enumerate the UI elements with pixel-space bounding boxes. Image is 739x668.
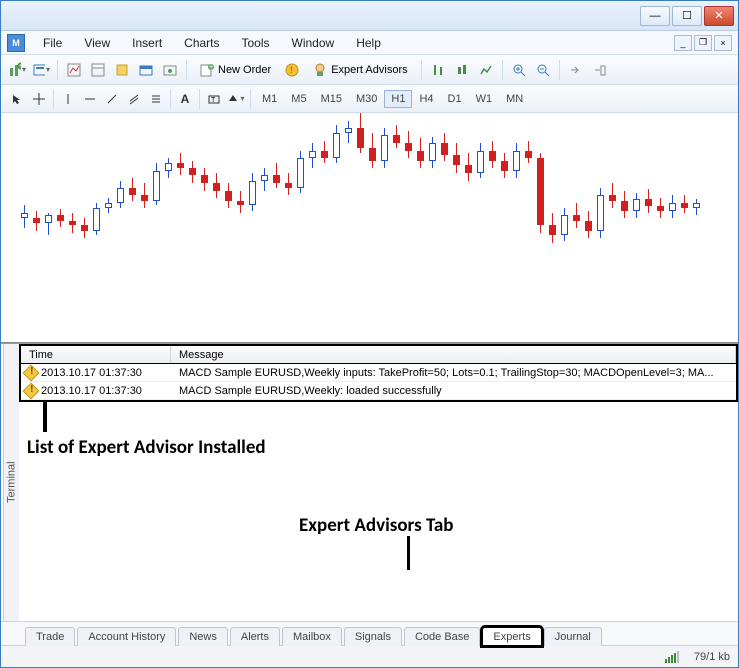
new-order-icon: + bbox=[200, 63, 214, 77]
market-watch-icon[interactable] bbox=[64, 60, 84, 80]
chart-shift-icon[interactable] bbox=[590, 60, 610, 80]
timeframe-d1[interactable]: D1 bbox=[441, 90, 469, 108]
menu-charts[interactable]: Charts bbox=[174, 34, 229, 52]
close-button[interactable]: ✕ bbox=[704, 6, 734, 26]
metaquotes-icon[interactable]: ! bbox=[282, 60, 302, 80]
expert-advisors-button[interactable]: Expert Advisors bbox=[306, 60, 414, 80]
timeframe-buttons: M1M5M15M30H1H4D1W1MN bbox=[255, 90, 530, 108]
terminal-tabs: TradeAccount HistoryNewsAlertsMailboxSig… bbox=[1, 621, 738, 645]
toolbar-drawing: A T ▾ M1M5M15M30H1H4D1W1MN bbox=[1, 85, 738, 113]
tab-account-history[interactable]: Account History bbox=[77, 627, 176, 646]
tab-code-base[interactable]: Code Base bbox=[404, 627, 480, 646]
text-label-icon[interactable]: T bbox=[204, 89, 224, 109]
log-time: 2013.10.17 01:37:30 bbox=[41, 385, 142, 397]
timeframe-m30[interactable]: M30 bbox=[349, 90, 384, 108]
timeframe-m1[interactable]: M1 bbox=[255, 90, 284, 108]
app-logo-icon: M bbox=[7, 34, 25, 52]
annotation-tab-connector bbox=[407, 536, 410, 570]
cursor-icon[interactable] bbox=[7, 89, 27, 109]
menu-tools[interactable]: Tools bbox=[232, 34, 280, 52]
menu-insert[interactable]: Insert bbox=[122, 34, 172, 52]
candle-chart-icon[interactable] bbox=[452, 60, 472, 80]
menu-view[interactable]: View bbox=[74, 34, 120, 52]
app-window: — ☐ ✕ M File View Insert Charts Tools Wi… bbox=[0, 0, 739, 668]
warning-icon bbox=[23, 364, 40, 381]
menubar: M File View Insert Charts Tools Window H… bbox=[1, 31, 738, 55]
minimize-button[interactable]: — bbox=[640, 6, 670, 26]
maximize-button[interactable]: ☐ bbox=[672, 6, 702, 26]
tab-alerts[interactable]: Alerts bbox=[230, 627, 280, 646]
grid-header: Time Message bbox=[19, 344, 738, 364]
profiles-icon[interactable]: ▾ bbox=[31, 60, 51, 80]
chart-area[interactable] bbox=[1, 113, 738, 343]
new-order-button[interactable]: + New Order bbox=[193, 60, 278, 80]
terminal-panel: Terminal Time Message 2013.10.17 01:37:3… bbox=[1, 343, 738, 645]
connection-bars-icon bbox=[665, 651, 682, 663]
mdi-minimize-icon[interactable]: _ bbox=[674, 35, 692, 51]
line-chart-icon[interactable] bbox=[476, 60, 496, 80]
annotation-list-label: List of Expert Advisor Installed bbox=[27, 436, 266, 459]
timeframe-h4[interactable]: H4 bbox=[412, 90, 440, 108]
fibonacci-icon[interactable] bbox=[146, 89, 166, 109]
strategy-tester-icon[interactable] bbox=[160, 60, 180, 80]
text-icon[interactable]: A bbox=[175, 89, 195, 109]
data-window-icon[interactable] bbox=[88, 60, 108, 80]
tab-news[interactable]: News bbox=[178, 627, 228, 646]
expert-advisors-icon bbox=[313, 63, 327, 77]
log-row[interactable]: 2013.10.17 01:37:30 MACD Sample EURUSD,We… bbox=[21, 382, 736, 400]
mdi-restore-icon[interactable]: ❐ bbox=[694, 35, 712, 51]
column-message[interactable]: Message bbox=[171, 346, 736, 363]
navigator-icon[interactable] bbox=[112, 60, 132, 80]
warning-icon bbox=[23, 382, 40, 399]
tab-signals[interactable]: Signals bbox=[344, 627, 402, 646]
svg-text:+: + bbox=[209, 64, 213, 71]
crosshair-icon[interactable] bbox=[29, 89, 49, 109]
auto-scroll-icon[interactable] bbox=[566, 60, 586, 80]
zoom-out-icon[interactable] bbox=[533, 60, 553, 80]
toolbar-main: +▾ ▾ + New Order ! Expert Advisors bbox=[1, 55, 738, 85]
log-row[interactable]: 2013.10.17 01:37:30 MACD Sample EURUSD,We… bbox=[21, 364, 736, 382]
annotation-connector bbox=[43, 402, 47, 432]
column-time[interactable]: Time bbox=[21, 346, 171, 363]
tab-trade[interactable]: Trade bbox=[25, 627, 75, 646]
log-message: MACD Sample EURUSD,Weekly: loaded succes… bbox=[171, 385, 736, 397]
svg-text:+: + bbox=[19, 63, 21, 70]
arrows-icon[interactable]: ▾ bbox=[226, 89, 246, 109]
new-chart-icon[interactable]: +▾ bbox=[7, 60, 27, 80]
horizontal-line-icon[interactable] bbox=[80, 89, 100, 109]
timeframe-m15[interactable]: M15 bbox=[314, 90, 349, 108]
mdi-close-icon[interactable]: × bbox=[714, 35, 732, 51]
bar-chart-icon[interactable] bbox=[428, 60, 448, 80]
vertical-line-icon[interactable] bbox=[58, 89, 78, 109]
menu-window[interactable]: Window bbox=[282, 34, 345, 52]
timeframe-m5[interactable]: M5 bbox=[284, 90, 313, 108]
terminal-icon[interactable] bbox=[136, 60, 156, 80]
log-time: 2013.10.17 01:37:30 bbox=[41, 367, 142, 379]
annotation-area: List of Expert Advisor Installed Expert … bbox=[19, 402, 738, 621]
timeframe-w1[interactable]: W1 bbox=[469, 90, 500, 108]
svg-text:T: T bbox=[211, 97, 216, 104]
statusbar: 79/1 kb bbox=[1, 645, 738, 667]
tab-experts[interactable]: Experts bbox=[482, 627, 541, 646]
terminal-label: Terminal bbox=[3, 344, 19, 621]
svg-text:!: ! bbox=[290, 65, 293, 75]
channel-icon[interactable] bbox=[124, 89, 144, 109]
timeframe-mn[interactable]: MN bbox=[499, 90, 530, 108]
timeframe-h1[interactable]: H1 bbox=[384, 90, 412, 108]
expert-advisors-label: Expert Advisors bbox=[331, 64, 407, 76]
titlebar: — ☐ ✕ bbox=[1, 1, 738, 31]
tab-mailbox[interactable]: Mailbox bbox=[282, 627, 342, 646]
tab-journal[interactable]: Journal bbox=[544, 627, 602, 646]
zoom-in-icon[interactable] bbox=[509, 60, 529, 80]
annotation-tab-label: Expert Advisors Tab bbox=[299, 514, 454, 537]
trendline-icon[interactable] bbox=[102, 89, 122, 109]
log-message: MACD Sample EURUSD,Weekly inputs: TakePr… bbox=[171, 367, 736, 379]
menu-help[interactable]: Help bbox=[346, 34, 391, 52]
menu-file[interactable]: File bbox=[33, 34, 72, 52]
new-order-label: New Order bbox=[218, 64, 271, 76]
status-traffic: 79/1 kb bbox=[694, 651, 730, 663]
grid-body: 2013.10.17 01:37:30 MACD Sample EURUSD,We… bbox=[19, 364, 738, 402]
